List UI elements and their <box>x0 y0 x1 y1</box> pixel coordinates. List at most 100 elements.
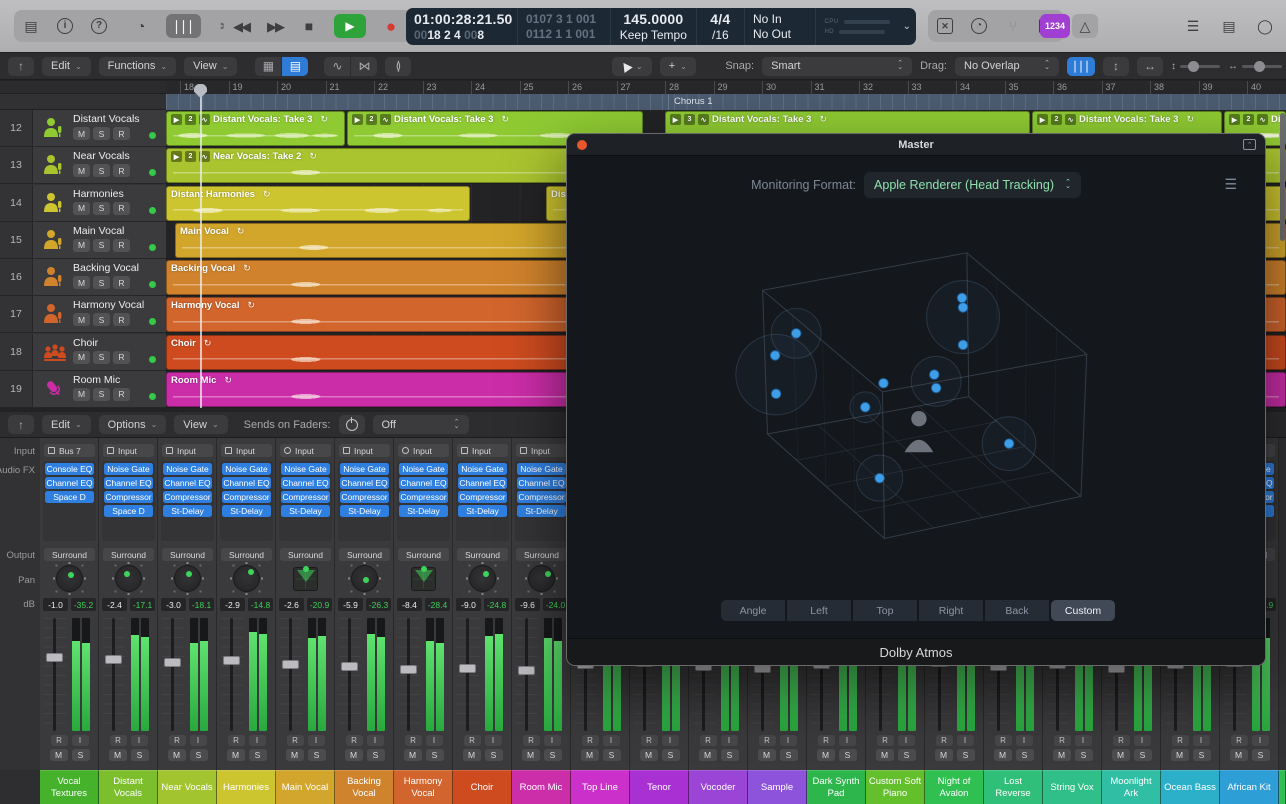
channel-strip[interactable]: InputNoise GateChannel EQCompressorSpace… <box>99 438 158 770</box>
view-button-custom[interactable]: Custom <box>1051 600 1115 621</box>
play-button[interactable]: ▶ <box>334 14 366 38</box>
r-arm-button[interactable]: R <box>523 735 540 746</box>
horizontal-zoom-slider[interactable]: ↔ <box>1228 61 1282 72</box>
r-arm-button[interactable]: R <box>818 735 835 746</box>
output-slot[interactable]: Surround <box>398 548 449 561</box>
i-arm-button[interactable]: I <box>662 735 679 746</box>
track-header-13[interactable]: 13Near VocalsMSR <box>0 147 166 184</box>
lcd-time-position[interactable]: 01:00:28:21.50 0018 2 4 008 <box>406 8 518 45</box>
i-arm-button[interactable]: I <box>957 735 974 746</box>
channel-name-button[interactable]: Top Line <box>571 770 630 804</box>
fx-slot[interactable]: Channel EQ <box>222 477 271 489</box>
r-arm-button[interactable]: R <box>1054 735 1071 746</box>
fx-slot[interactable]: Compressor <box>399 491 448 503</box>
waveform-zoom-button[interactable]: ∣∣∣ <box>1067 57 1095 76</box>
input-slot[interactable]: Input <box>280 444 331 457</box>
r-arm-button[interactable]: R <box>405 735 422 746</box>
solo-button[interactable]: S <box>308 749 326 761</box>
channel-name-button[interactable]: Backing Vocal <box>335 770 394 804</box>
audio-object-sphere[interactable] <box>958 340 968 350</box>
mute-button[interactable]: M <box>227 749 245 761</box>
surround-pan-control[interactable] <box>469 565 496 592</box>
window-close-button[interactable] <box>577 140 587 150</box>
i-arm-button[interactable]: I <box>1252 735 1269 746</box>
hide-tracks-arrow-button[interactable]: ↑ <box>8 57 34 76</box>
audio-object-sphere[interactable] <box>771 389 781 399</box>
m-button[interactable]: M <box>73 313 90 326</box>
mute-button[interactable]: M <box>404 749 422 761</box>
forward-button[interactable]: ▶▶ <box>266 14 284 38</box>
channel-name-button[interactable]: Dark Synth Pad <box>807 770 866 804</box>
object-pan-control[interactable] <box>293 567 318 591</box>
drag-select[interactable]: No Overlap⌃⌄ <box>955 57 1059 76</box>
solo-button[interactable]: S <box>72 749 90 761</box>
surround-pan-control[interactable] <box>115 565 142 592</box>
volume-db-value[interactable]: -9.6 <box>515 598 540 611</box>
m-button[interactable]: M <box>73 164 90 177</box>
r-arm-button[interactable]: R <box>228 735 245 746</box>
volume-db-value[interactable]: -5.9 <box>338 598 363 611</box>
input-slot[interactable]: Bus 7 <box>44 444 95 457</box>
solo-button[interactable]: S <box>367 749 385 761</box>
metronome-button[interactable]: △ <box>1072 14 1098 38</box>
i-arm-button[interactable]: I <box>1193 735 1210 746</box>
i-arm-button[interactable]: I <box>72 735 89 746</box>
channel-name-button[interactable]: Main Vocal <box>276 770 335 804</box>
channel-name-button[interactable]: Vocal Textures <box>40 770 99 804</box>
rewind-button[interactable]: ◀◀ <box>232 14 250 38</box>
i-arm-button[interactable]: I <box>308 735 325 746</box>
volume-db-value[interactable]: -9.0 <box>456 598 481 611</box>
track-header-16[interactable]: 16Backing VocalMSR <box>0 259 166 296</box>
channel-strip[interactable]: Bus 7Console EQChannel EQSpace DSurround… <box>40 438 99 770</box>
solo-button[interactable]: S <box>1193 749 1211 761</box>
channel-name-button[interactable]: Tenor <box>630 770 689 804</box>
fx-slot[interactable]: Noise Gate <box>222 463 271 475</box>
fx-slot[interactable]: St-Delay <box>222 505 271 517</box>
r-arm-button[interactable]: R <box>169 735 186 746</box>
channel-name-button-sliver[interactable] <box>1279 770 1286 804</box>
bar-ruler[interactable]: 1819202122232425262728293031323334353637… <box>166 81 1286 94</box>
track-header-17[interactable]: 17Harmony VocalMSR <box>0 296 166 333</box>
m-button[interactable]: M <box>73 388 90 401</box>
fx-slot[interactable]: Compressor <box>104 491 153 503</box>
r-button[interactable]: R <box>113 351 130 364</box>
vertical-zoom-slider[interactable]: ↕ <box>1171 61 1220 72</box>
fx-slot[interactable]: St-Delay <box>163 505 212 517</box>
view-button-top[interactable]: Top <box>853 600 917 621</box>
count-in-button[interactable]: 1234 <box>1040 14 1070 38</box>
lcd-chevron-icon[interactable]: ⌄ <box>898 8 916 45</box>
input-slot[interactable]: Input <box>339 444 390 457</box>
solo-button[interactable]: S <box>603 749 621 761</box>
channel-strip[interactable]: InputNoise GateChannel EQCompressorSt-De… <box>394 438 453 770</box>
volume-db-value[interactable]: -8.4 <box>397 598 422 611</box>
input-slot[interactable]: Input <box>516 444 567 457</box>
lcd-io[interactable]: No In No Out <box>745 8 816 45</box>
tuner-icon[interactable]: ◔ <box>970 14 988 38</box>
channel-name-button[interactable]: Choir <box>453 770 512 804</box>
mute-button[interactable]: M <box>522 749 540 761</box>
flex-icon[interactable]: ≬ <box>385 57 411 76</box>
r-arm-button[interactable]: R <box>877 735 894 746</box>
r-arm-button[interactable]: R <box>641 735 658 746</box>
channel-strip[interactable]: InputNoise GateChannel EQCompressorSt-De… <box>335 438 394 770</box>
mute-button[interactable]: M <box>758 749 776 761</box>
channel-name-button[interactable]: Moonlight Ark <box>1102 770 1161 804</box>
i-arm-button[interactable]: I <box>603 735 620 746</box>
i-arm-button[interactable]: I <box>131 735 148 746</box>
surround-pan-control[interactable] <box>233 565 260 592</box>
window-link-icon[interactable]: ⌃ <box>1243 139 1256 150</box>
mute-button[interactable]: M <box>581 749 599 761</box>
i-arm-button[interactable]: I <box>898 735 915 746</box>
channel-name-button[interactable]: Night of Avalon <box>925 770 984 804</box>
input-slot[interactable]: Input <box>398 444 449 457</box>
i-arm-button[interactable]: I <box>190 735 207 746</box>
output-slot[interactable]: Surround <box>221 548 272 561</box>
r-arm-button[interactable]: R <box>995 735 1012 746</box>
crossfade-icon[interactable]: ⋈ <box>351 57 377 76</box>
channel-name-button[interactable]: Vocoder <box>689 770 748 804</box>
i-arm-button[interactable]: I <box>780 735 797 746</box>
mute-button[interactable]: M <box>640 749 658 761</box>
fx-slot[interactable]: Channel EQ <box>340 477 389 489</box>
fx-slot[interactable]: Noise Gate <box>399 463 448 475</box>
i-arm-button[interactable]: I <box>1134 735 1151 746</box>
